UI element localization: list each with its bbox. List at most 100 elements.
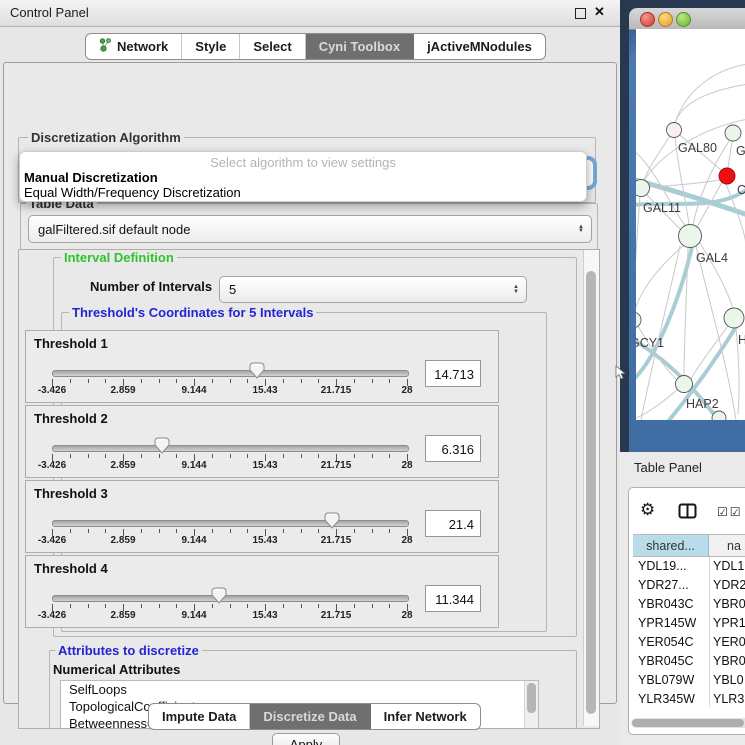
table-row[interactable]: YPR145W YPR1 [633, 614, 745, 633]
network-node[interactable] [719, 168, 735, 184]
column-header-name[interactable]: na [709, 534, 745, 557]
network-canvas[interactable]: GAL80GACGAL11GAL4GCY1HHAP2 [636, 29, 745, 420]
threshold-slider-track[interactable] [52, 595, 409, 602]
tab-impute-data[interactable]: Impute Data [149, 704, 250, 729]
network-node[interactable] [724, 308, 744, 328]
cell-shared-name[interactable]: YER054C [638, 635, 708, 649]
node-label-gal4: GAL4 [696, 251, 728, 265]
network-edge [728, 141, 732, 168]
table-row[interactable]: YER054C YER0 [633, 633, 745, 652]
slider-tick-label: 15.43 [252, 535, 277, 546]
threshold-value-field[interactable]: 14.713 [425, 360, 481, 387]
slider-tick-label: -3.426 [38, 460, 66, 471]
network-node[interactable] [676, 376, 693, 393]
float-window-icon[interactable] [575, 8, 586, 19]
minimize-traffic-light-icon[interactable] [658, 12, 673, 27]
table-data-combobox[interactable]: galFiltered.sif default node ▲▼ [28, 215, 592, 243]
cell-name[interactable]: YDL1 [713, 559, 744, 573]
threshold-slider-thumb[interactable] [211, 587, 227, 604]
network-desktop: GAL80GACGAL11GAL4GCY1HHAP2 [620, 0, 745, 452]
threshold-slider-track[interactable] [52, 370, 409, 377]
zoom-traffic-light-icon[interactable] [676, 12, 691, 27]
attribute-item-selfloops[interactable]: SelfLoops [61, 681, 538, 698]
algorithm-option-equal-width[interactable]: Equal Width/Frequency Discretization [24, 185, 241, 200]
tab-select[interactable]: Select [240, 34, 305, 59]
slider-tick [176, 379, 177, 383]
settings-scroll-area: Interval Definition Number of Intervals … [18, 249, 600, 729]
columns-icon[interactable] [678, 503, 697, 524]
scrollbar-thumb[interactable] [632, 719, 744, 727]
column-header-shared-name[interactable]: shared... [633, 534, 709, 557]
slider-tick-label: 21.715 [321, 385, 352, 396]
tab-jactivemnodules[interactable]: jActiveMNodules [414, 34, 545, 59]
cell-name[interactable]: YPR1 [713, 616, 745, 630]
network-window-titlebar[interactable] [629, 8, 745, 30]
cell-name[interactable]: YER0 [713, 635, 745, 649]
threshold-slider-track[interactable] [52, 445, 409, 452]
cell-name[interactable]: YBL0 [713, 673, 744, 687]
table-horizontal-scrollbar[interactable] [631, 718, 745, 728]
tab-network[interactable]: Network [86, 34, 182, 59]
column-separator [709, 557, 710, 707]
threshold-slider-thumb[interactable] [249, 362, 265, 379]
table-row[interactable]: YBR043C YBR0 [633, 595, 745, 614]
scrollbar-thumb[interactable] [586, 271, 596, 714]
control-panel-title: Control Panel [10, 5, 89, 20]
threshold-slider-thumb[interactable] [154, 437, 170, 454]
threshold-value-field[interactable]: 21.4 [425, 510, 481, 537]
network-edge [644, 136, 670, 180]
network-edge [638, 326, 677, 380]
close-icon[interactable]: ✕ [594, 4, 605, 20]
table-row[interactable]: YBL079W YBL0 [633, 671, 745, 690]
network-node[interactable] [667, 123, 682, 138]
table-row[interactable]: YBR045C YBR0 [633, 652, 745, 671]
slider-tick [176, 604, 177, 608]
cell-shared-name[interactable]: YDL19... [638, 559, 708, 573]
settings-vertical-scrollbar[interactable] [583, 250, 599, 726]
cell-shared-name[interactable]: YBR045C [638, 654, 708, 668]
tab-style[interactable]: Style [182, 34, 240, 59]
gear-icon[interactable]: ⚙ [640, 501, 655, 518]
threshold-slider-track[interactable] [52, 520, 409, 527]
slider-tick [283, 604, 284, 608]
cell-name[interactable]: YBR0 [713, 597, 745, 611]
threshold-slider-thumb[interactable] [324, 512, 340, 529]
tab-discretize-data[interactable]: Discretize Data [250, 704, 370, 729]
cell-shared-name[interactable]: YPR145W [638, 616, 708, 630]
cell-name[interactable]: YBR0 [713, 654, 745, 668]
slider-tick [283, 529, 284, 533]
network-node[interactable] [636, 180, 650, 197]
slider-tick [354, 529, 355, 533]
tab-infer-network[interactable]: Infer Network [371, 704, 480, 729]
network-edge [636, 196, 640, 309]
cell-shared-name[interactable]: YDR27... [638, 578, 708, 592]
table-row[interactable]: YDL19... YDL1 [633, 557, 745, 576]
slider-tick [354, 604, 355, 608]
apply-button[interactable]: Apply [272, 733, 340, 745]
close-traffic-light-icon[interactable] [640, 12, 655, 27]
attributes-scrollbar[interactable] [524, 681, 538, 729]
network-node[interactable] [725, 125, 741, 141]
cell-shared-name[interactable]: YLR345W [638, 692, 708, 706]
threshold-value-field[interactable]: 11.344 [425, 585, 481, 612]
control-panel-titlebar: Control Panel ✕ [0, 0, 620, 27]
node-table-card: ⚙ ☑☑ shared... na YDL19...YDL1YDR27...YD… [628, 487, 745, 735]
cell-shared-name[interactable]: YBR043C [638, 597, 708, 611]
cell-shared-name[interactable]: YBL079W [638, 673, 708, 687]
algorithm-placeholder: Select algorithm to view settings [20, 155, 586, 170]
network-node[interactable] [679, 225, 702, 248]
cell-name[interactable]: YDR2 [713, 578, 745, 592]
slider-tick [212, 529, 213, 533]
threshold-value-field[interactable]: 6.316 [425, 435, 481, 462]
slider-tick [105, 604, 106, 608]
tab-cyni-toolbox[interactable]: Cyni Toolbox [306, 34, 414, 59]
algorithm-option-manual[interactable]: Manual Discretization [24, 170, 158, 185]
slider-tick-label: 15.43 [252, 610, 277, 621]
slider-tick [247, 454, 248, 458]
select-columns-checkbox-icons[interactable]: ☑☑ [717, 505, 743, 519]
number-of-intervals-combobox[interactable]: 5 ▲▼ [219, 276, 527, 303]
network-node[interactable] [636, 312, 641, 328]
table-row[interactable]: YDR27... YDR2 [633, 576, 745, 595]
cell-name[interactable]: YLR3 [713, 692, 744, 706]
table-row[interactable]: YLR345W YLR3 [633, 690, 745, 707]
